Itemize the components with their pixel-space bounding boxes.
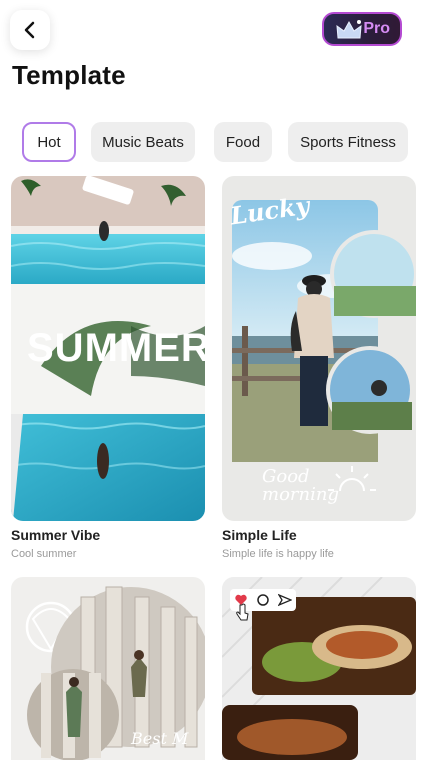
category-tabs: Hot Music Beats Food Sports Fitness <box>22 122 422 162</box>
template-card-summer-vibe[interactable]: SUMMER <box>11 176 205 521</box>
template-card-food[interactable] <box>222 577 416 760</box>
template-card-travel[interactable]: Best M <box>11 577 205 760</box>
pro-label: Pro <box>363 20 390 37</box>
tap-hand-icon <box>236 603 249 621</box>
template-title-simple-life: Simple Life <box>222 527 297 543</box>
template-title-summer-vibe: Summer Vibe <box>11 527 101 543</box>
send-icon[interactable] <box>278 593 292 607</box>
pro-button[interactable]: Pro <box>322 12 402 46</box>
template-subtitle-simple-life: Simple life is happy life <box>222 548 334 560</box>
good-morning-overlay-text: Good morning <box>262 466 339 505</box>
template-card-simple-life[interactable]: Lucky Good morning <box>222 176 416 521</box>
best-overlay-text: Best M <box>131 729 189 748</box>
back-button[interactable] <box>10 10 50 50</box>
page-title: Template <box>12 60 126 90</box>
tab-hot[interactable]: Hot <box>22 122 76 162</box>
chevron-left-icon <box>24 21 35 39</box>
comment-icon[interactable] <box>256 593 270 607</box>
tab-music-beats[interactable]: Music Beats <box>91 122 195 162</box>
tab-sports-fitness[interactable]: Sports Fitness <box>288 122 408 162</box>
crown-icon <box>336 20 362 39</box>
template-subtitle-summer-vibe: Cool summer <box>11 548 77 560</box>
tab-food[interactable]: Food <box>214 122 272 162</box>
summer-overlay-text: SUMMER <box>27 326 205 370</box>
